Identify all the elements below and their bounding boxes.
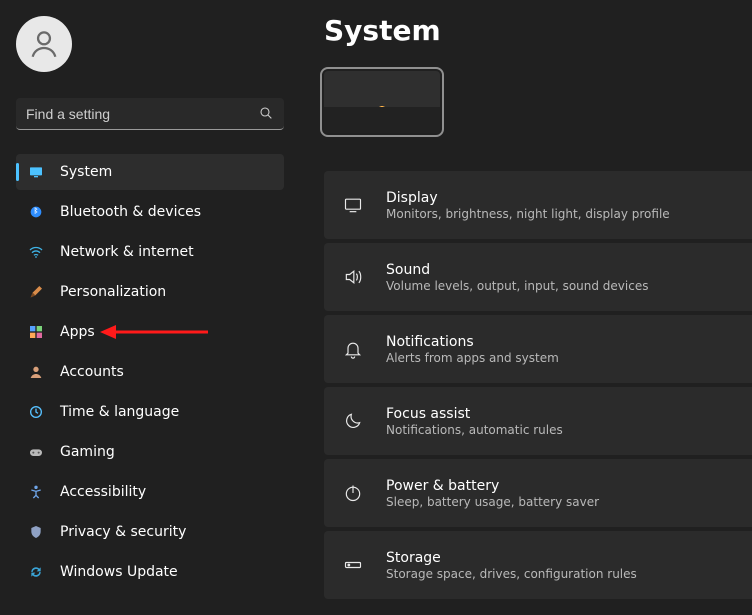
- sidebar-item-apps[interactable]: Apps: [16, 314, 284, 350]
- card-title: Power & battery: [386, 478, 599, 494]
- gaming-icon: [28, 444, 44, 460]
- page-title: System: [324, 14, 752, 47]
- sidebar-item-label: System: [60, 164, 112, 180]
- wifi-icon: [28, 244, 44, 260]
- bell-icon: [342, 338, 364, 360]
- sidebar-nav: System Bluetooth & devices Network & int…: [16, 154, 284, 590]
- storage-icon: [342, 554, 364, 576]
- card-sound[interactable]: Sound Volume levels, output, input, soun…: [324, 243, 752, 311]
- accessibility-icon: [28, 484, 44, 500]
- settings-cards: Display Monitors, brightness, night ligh…: [324, 171, 752, 599]
- sound-icon: [342, 266, 364, 288]
- search-wrap: [16, 98, 284, 154]
- search-input[interactable]: [16, 98, 284, 130]
- sidebar-item-label: Windows Update: [60, 564, 178, 580]
- sidebar-item-accessibility[interactable]: Accessibility: [16, 474, 284, 510]
- shield-icon: [28, 524, 44, 540]
- display-icon: [342, 194, 364, 216]
- sidebar-item-label: Personalization: [60, 284, 166, 300]
- desktop-thumbnail[interactable]: [324, 71, 440, 133]
- sidebar: System Bluetooth & devices Network & int…: [0, 0, 300, 615]
- desktop-thumbnails: [324, 71, 752, 133]
- person-icon: [28, 364, 44, 380]
- card-desc: Sleep, battery usage, battery saver: [386, 495, 599, 509]
- sidebar-item-windows-update[interactable]: Windows Update: [16, 554, 284, 590]
- update-icon: [28, 564, 44, 580]
- sidebar-item-label: Accessibility: [60, 484, 146, 500]
- apps-icon: [28, 324, 44, 340]
- sidebar-item-personalization[interactable]: Personalization: [16, 274, 284, 310]
- card-desc: Notifications, automatic rules: [386, 423, 563, 437]
- paintbrush-icon: [28, 284, 44, 300]
- clock-icon: [28, 404, 44, 420]
- main-content: System Display Monitors, brightness, nig…: [300, 0, 752, 615]
- sidebar-item-label: Bluetooth & devices: [60, 204, 201, 220]
- sidebar-item-privacy[interactable]: Privacy & security: [16, 514, 284, 550]
- sidebar-item-label: Privacy & security: [60, 524, 186, 540]
- card-power[interactable]: Power & battery Sleep, battery usage, ba…: [324, 459, 752, 527]
- sidebar-item-network[interactable]: Network & internet: [16, 234, 284, 270]
- card-title: Focus assist: [386, 406, 563, 422]
- card-title: Sound: [386, 262, 648, 278]
- sidebar-item-label: Network & internet: [60, 244, 194, 260]
- moon-icon: [342, 410, 364, 432]
- card-title: Storage: [386, 550, 637, 566]
- sidebar-item-label: Gaming: [60, 444, 115, 460]
- sidebar-item-label: Apps: [60, 324, 95, 340]
- sidebar-item-label: Accounts: [60, 364, 124, 380]
- card-title: Display: [386, 190, 670, 206]
- sidebar-item-gaming[interactable]: Gaming: [16, 434, 284, 470]
- card-notifications[interactable]: Notifications Alerts from apps and syste…: [324, 315, 752, 383]
- power-icon: [342, 482, 364, 504]
- card-display[interactable]: Display Monitors, brightness, night ligh…: [324, 171, 752, 239]
- bluetooth-icon: [28, 204, 44, 220]
- sidebar-item-system[interactable]: System: [16, 154, 284, 190]
- card-title: Notifications: [386, 334, 559, 350]
- card-storage[interactable]: Storage Storage space, drives, configura…: [324, 531, 752, 599]
- card-focus-assist[interactable]: Focus assist Notifications, automatic ru…: [324, 387, 752, 455]
- person-icon: [27, 27, 61, 61]
- card-desc: Volume levels, output, input, sound devi…: [386, 279, 648, 293]
- card-desc: Monitors, brightness, night light, displ…: [386, 207, 670, 221]
- avatar[interactable]: [16, 16, 72, 72]
- card-desc: Alerts from apps and system: [386, 351, 559, 365]
- display-icon: [28, 164, 44, 180]
- sidebar-item-bluetooth[interactable]: Bluetooth & devices: [16, 194, 284, 230]
- sidebar-item-label: Time & language: [60, 404, 179, 420]
- sidebar-item-time-language[interactable]: Time & language: [16, 394, 284, 430]
- sidebar-item-accounts[interactable]: Accounts: [16, 354, 284, 390]
- card-desc: Storage space, drives, configuration rul…: [386, 567, 637, 581]
